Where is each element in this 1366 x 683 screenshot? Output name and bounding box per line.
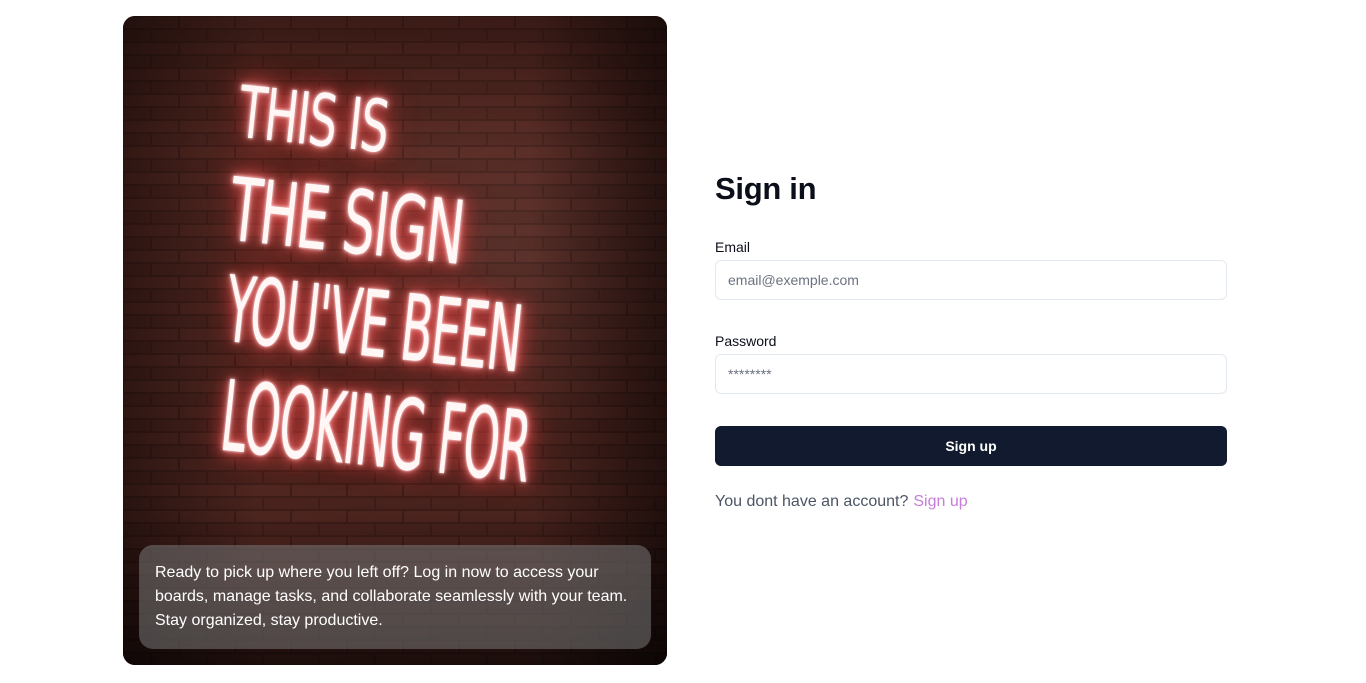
page-title: Sign in xyxy=(715,171,817,206)
sign-in-page: THIS IS THE SIGN YOU'VE BEEN LOOKING FOR… xyxy=(0,0,1366,683)
password-label: Password xyxy=(715,333,777,349)
neon-line-1: THIS IS xyxy=(234,70,393,170)
sign-up-button[interactable]: Sign up xyxy=(715,426,1227,466)
hero-caption: Ready to pick up where you left off? Log… xyxy=(139,545,651,649)
email-field[interactable] xyxy=(715,260,1227,300)
sign-up-prompt-text: You dont have an account? xyxy=(715,493,909,510)
email-label: Email xyxy=(715,239,751,255)
sign-up-prompt: You dont have an account? Sign up xyxy=(715,490,1227,514)
sign-up-link[interactable]: Sign up xyxy=(913,493,967,510)
neon-line-4: LOOKING FOR xyxy=(215,360,536,506)
hero-image: THIS IS THE SIGN YOU'VE BEEN LOOKING FOR… xyxy=(123,16,667,665)
sign-in-form: Sign in Email Password Sign up You dont … xyxy=(715,170,1227,514)
password-field[interactable] xyxy=(715,354,1227,394)
